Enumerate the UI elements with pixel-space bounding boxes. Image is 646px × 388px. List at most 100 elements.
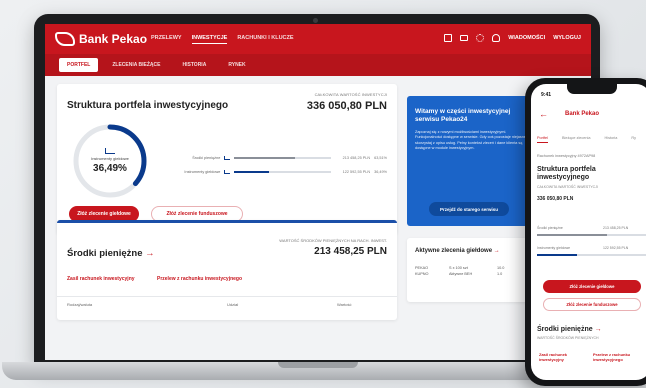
allocation-row-cash[interactable]: Środki pieniężne 213 458,25 PLN 63,51% [177,154,387,162]
phone-tabs: Portfel Bieżące zlecenia Historia Ry [537,136,646,143]
camera-dot [313,18,318,23]
phone-transfer-link[interactable]: Przelew z rachunku inwestycyjnego [593,352,641,362]
phone-tab-history[interactable]: Historia [604,136,617,143]
column-share[interactable]: Udział [227,302,238,307]
arrow-right-icon: → [594,326,602,333]
allocation-amount: 122 592,55 PLN [342,170,371,174]
logout-link[interactable]: WYLOGUJ [553,35,581,41]
phone-tab-market[interactable]: Ry [631,136,636,143]
phone-stock-order-button[interactable]: Złóż zlecenie giełdowe [543,280,641,293]
user-icon[interactable] [492,34,501,42]
allocation-pct: 63,51% [374,156,388,160]
order-status: Aktywne BEH [449,272,473,276]
allocation-bar-fill [234,156,296,160]
order-ticker: PEKAO [415,266,429,270]
allocation-bar [234,170,331,174]
phone-screen: 9:41 ← Bank Pekao Portfel Bieżące zlecen… [531,84,646,380]
cash-title-text: Środki pieniężne [67,248,143,259]
laptop-hinge-notch [278,362,358,368]
phone-brand: Bank Pekao [565,111,600,117]
orders-title[interactable]: Aktywne zlecenia giełdowe → [415,248,500,254]
cash-table-header: Rodzaj/waluta Udział Wartość [57,296,397,310]
donut-percentage: 36,49% [93,163,127,174]
phone-bar1-amount: 213 458,25 PLN [603,226,629,230]
main-nav: PRZELEWY INWESTYCJE RACHUNKI I KLUCZE [151,35,294,44]
phone-cash-title[interactable]: Środki pieniężne → [537,326,602,333]
laptop-screen: Bank Pekao PRZELEWY INWESTYCJE RACHUNKI … [45,24,591,360]
phone-bar1-label: Środki pieniężne [537,226,563,230]
column-type[interactable]: Rodzaj/waluta [67,302,92,307]
tab-portfolio[interactable]: PORTFEL [59,58,99,72]
promo-title: Witamy w części inwestycyjnej serwisu Pe… [415,108,511,123]
total-investment-value: 336 050,80 PLN [306,100,387,112]
top-navbar: Bank Pekao PRZELEWY INWESTYCJE RACHUNKI … [45,24,591,54]
phone-notch [567,84,617,94]
card-accent-line [57,220,397,223]
bank-logo-icon[interactable] [55,32,75,46]
chart-icon [224,156,231,160]
donut-label: Instrumenty giełdowe [91,156,129,161]
tab-market[interactable]: RYNEK [220,58,253,72]
transfer-from-account-link[interactable]: Przelew z rachunku inwestycyjnego [157,276,242,282]
cash-total-value: 213 458,25 PLN [314,246,387,257]
phone-bar-equities [537,254,646,256]
phone-fund-order-button[interactable]: Złóż zlecenie funduszowe [543,298,641,311]
brand-name[interactable]: Bank Pekao [79,32,147,46]
allocation-name: Środki pieniężne [192,156,221,160]
portfolio-title: Struktura portfela inwestycyjnego [67,100,229,111]
promo-text: Zapoznaj się z nowymi możliwościami inwe… [415,130,528,151]
mail-icon[interactable] [460,35,469,41]
phone-account[interactable]: Rachunek inwestycyjny 4972AP98 [537,154,595,158]
messages-link[interactable]: WIADOMOŚCI [508,35,545,41]
search-icon[interactable] [444,34,453,42]
allocation-bar [234,156,331,160]
phone-cash-title-text: Środki pieniężne [537,326,593,333]
order-side: KUPNO [415,272,429,276]
nav-item-accounts[interactable]: RACHUNKI I KLUCZE [237,35,293,44]
phone-bar-fill [537,234,607,236]
cash-title[interactable]: Środki pieniężne → [67,248,155,259]
total-investment-label: CAŁKOWITA WARTOŚĆ INWESTYCJI [314,92,387,97]
phone-total-label: CAŁKOWITA WARTOŚĆ INWESTYCJI [537,185,598,189]
phone-fund-account-link[interactable]: Zasil rachunek inwestycyjny [539,352,587,362]
phone-total-value: 336 050,80 PLN [537,196,574,202]
allocation-row-equities[interactable]: Instrumenty giełdowe 122 592,55 PLN 36,4… [177,168,387,176]
column-value[interactable]: Wartość [337,302,352,307]
gear-icon[interactable] [476,34,485,42]
back-arrow-icon[interactable]: ← [539,109,548,119]
nav-item-investments[interactable]: INWESTYCJE [191,35,228,44]
tab-history[interactable]: HISTORIA [175,58,215,72]
portfolio-card: Struktura portfela inwestycyjnego CAŁKOW… [57,84,397,234]
allocation-pct: 36,49% [374,170,388,174]
phone-bar2-label: Instrumenty giełdowe [537,246,571,250]
fund-account-link[interactable]: Zasil rachunek inwestycyjny [67,276,135,282]
tab-current-orders[interactable]: ZLECENIA BIEŻĄCE [104,58,168,72]
phone-cash-sub: WARTOŚĆ ŚRODKÓW PIENIĘŻNYCH [537,336,599,340]
old-service-button[interactable]: Przejdź do starego serwisu [429,202,509,216]
allocation-bar-fill [234,170,270,174]
order-extra: 1.0 [497,272,503,276]
arrow-right-icon: → [493,248,500,254]
order-qty: S x 100 szt [449,266,468,270]
chart-icon [224,170,231,174]
phone-tab-orders[interactable]: Bieżące zlecenia [562,136,591,143]
cash-card: Środki pieniężne → WARTOŚĆ ŚRODKÓW PIENI… [57,220,397,320]
welcome-promo-card: Witamy w części inwestycyjnej serwisu Pe… [407,96,537,226]
subtabs-bar: PORTFEL ZLECENIA BIEŻĄCE HISTORIA RYNEK [45,54,591,76]
phone-time: 9:41 [541,92,552,98]
active-orders-card: Aktywne zlecenia giełdowe → PEKAO S x 10… [407,238,537,302]
phone-bar-fill [537,254,578,256]
chart-icon [105,148,115,154]
top-actions: WIADOMOŚCI WYLOGUJ [444,34,581,42]
phone-tab-portfolio[interactable]: Portfel [537,136,548,143]
allocation-amount: 213 458,25 PLN [342,156,371,160]
cash-total-label: WARTOŚĆ ŚRODKÓW PIENIĘŻNYCH NA RACH. INW… [279,238,387,243]
donut-center: Instrumenty giełdowe 36,49% [69,120,151,202]
orders-title-text: Aktywne zlecenia giełdowe [415,248,493,254]
phone-portfolio-title: Struktura portfela inwestycyjnego [537,166,596,181]
nav-item-transfers[interactable]: PRZELEWY [151,35,182,44]
phone-bar2-amount: 122 592,55 PLN [603,246,629,250]
arrow-right-icon: → [145,248,155,259]
allocation-name: Instrumenty giełdowe [184,170,221,174]
phone-bar-cash [537,234,646,236]
